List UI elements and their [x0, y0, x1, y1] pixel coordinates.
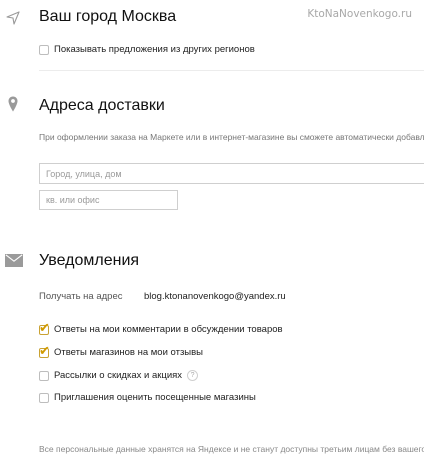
checkbox-box[interactable] — [39, 392, 49, 403]
show-other-regions-label: Показывать предложения из других регионо… — [54, 44, 255, 55]
location-arrow-icon — [6, 11, 20, 25]
receive-at-label: Получать на адрес — [39, 291, 123, 302]
checkmark-icon: ✔ — [39, 319, 50, 335]
city-title: Ваш город Москва — [39, 8, 177, 25]
option-rate-shops-invitations[interactable]: Приглашения оценить посещенные магазины — [39, 392, 256, 403]
option-comment-replies[interactable]: ✔ Ответы на мои комментарии в обсуждении… — [39, 321, 283, 335]
delivery-title: Адреса доставки — [39, 97, 165, 114]
watermark: KtoNaNovenkogo.ru — [307, 8, 412, 20]
map-pin-icon — [8, 96, 18, 112]
notifications-title: Уведомления — [39, 252, 140, 269]
notification-email: blog.ktonanovenkogo@yandex.ru — [144, 291, 286, 302]
delivery-description: При оформлении заказа на Маркете или в и… — [39, 132, 424, 142]
checkbox-box[interactable] — [39, 370, 49, 381]
option-label: Приглашения оценить посещенные магазины — [54, 392, 256, 403]
street-address-input[interactable] — [39, 163, 424, 184]
privacy-note: Все персональные данные хранятся на Янде… — [39, 444, 424, 454]
checkmark-icon: ✔ — [39, 342, 50, 358]
option-shop-review-replies[interactable]: ✔ Ответы магазинов на мои отзывы — [39, 344, 204, 358]
section-divider — [39, 70, 424, 71]
checkbox-box[interactable] — [39, 44, 49, 55]
option-label: Рассылки о скидках и акциях — [54, 370, 183, 381]
settings-page: KtoNaNovenkogo.ru Ваш город Москва Показ… — [0, 0, 424, 466]
checkbox-box[interactable]: ✔ — [39, 344, 50, 358]
apartment-input[interactable] — [39, 190, 178, 210]
checkbox-box[interactable]: ✔ — [39, 321, 50, 335]
show-other-regions-checkbox[interactable]: Показывать предложения из других регионо… — [39, 44, 255, 55]
option-label: Ответы на мои комментарии в обсуждении т… — [54, 324, 283, 335]
envelope-icon — [5, 254, 23, 267]
option-label: Ответы магазинов на мои отзывы — [54, 347, 204, 358]
option-discount-mailings[interactable]: Рассылки о скидках и акциях ? — [39, 370, 199, 381]
help-icon[interactable]: ? — [187, 370, 199, 381]
